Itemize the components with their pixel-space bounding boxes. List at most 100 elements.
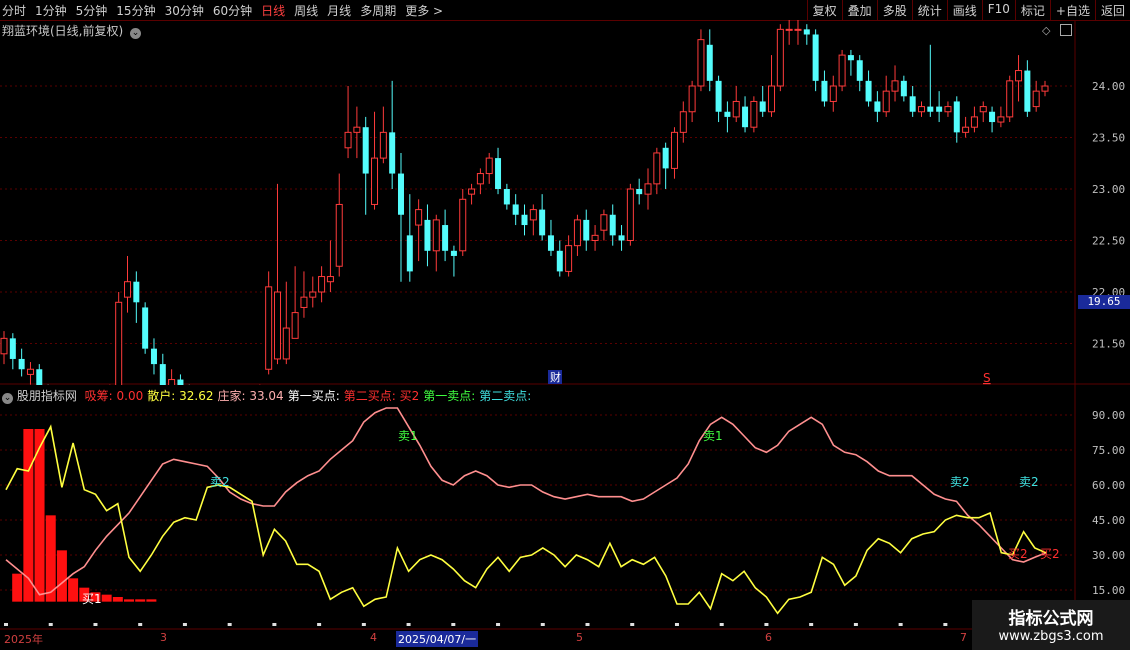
candle-body	[362, 127, 369, 174]
period-tab-4[interactable]: 30分钟	[165, 2, 204, 19]
baseline-tick	[585, 623, 590, 626]
price-chart: 24.0023.5023.0022.5022.0021.5021.0020.50…	[0, 20, 1130, 385]
period-tab-8[interactable]: 月线	[327, 2, 351, 19]
candle-body	[970, 116, 978, 128]
signal-label-sell1: 卖1	[398, 429, 418, 443]
candle-body	[1032, 90, 1040, 108]
candle-body	[539, 209, 546, 236]
candle-body	[442, 225, 449, 251]
period-tab-0[interactable]: 分时	[2, 2, 26, 19]
signal-label-buy1: 买1	[82, 592, 102, 606]
indicator-y-tick: 60.00	[1092, 479, 1125, 492]
date-axis: 2025年 3 4 2025/04/07/一 5 6 7	[0, 629, 1075, 650]
signal-label-buy2: 买2	[1040, 547, 1060, 561]
dealer-line	[5, 407, 1047, 596]
candle-body	[124, 281, 132, 298]
indicator-y-tick: 30.00	[1092, 549, 1125, 562]
candle-body	[785, 28, 793, 31]
baseline-tick	[853, 623, 858, 626]
indicator-y-tick: 75.00	[1092, 444, 1125, 457]
action-button-5[interactable]: F10	[981, 0, 1015, 20]
period-tab-1[interactable]: 1分钟	[35, 2, 67, 19]
candle-body	[856, 60, 863, 81]
finance-marker-label: 财	[550, 370, 561, 384]
accumulate-bar	[146, 599, 157, 602]
accumulate-bar	[12, 573, 23, 602]
baseline-tick	[719, 623, 724, 626]
action-button-7[interactable]: +自选	[1049, 0, 1095, 20]
period-tab-6[interactable]: 日线	[261, 2, 285, 19]
baseline-tick	[764, 623, 769, 626]
watermark-url: www.zbgs3.com	[998, 629, 1104, 644]
candle-body	[450, 250, 457, 256]
candle-body	[142, 307, 149, 349]
period-tab-2[interactable]: 5分钟	[76, 2, 108, 19]
candle-body	[282, 327, 290, 360]
baseline-tick	[272, 623, 277, 626]
candle-body	[874, 101, 881, 112]
candle-body	[891, 80, 899, 92]
candle-body	[415, 209, 423, 226]
candle-body	[485, 157, 493, 175]
candle-body	[115, 301, 123, 385]
candle-body	[18, 358, 25, 370]
candle-body	[9, 338, 16, 359]
action-button-3[interactable]: 统计	[911, 0, 947, 20]
candle-body	[326, 276, 334, 283]
candle-body	[803, 29, 810, 35]
baseline-tick	[406, 623, 411, 626]
signal-label-sell2: 卖2	[1019, 475, 1039, 489]
candle-body	[962, 126, 970, 133]
signal-label-sell2: 卖2	[950, 475, 970, 489]
period-tab-9[interactable]: 多周期	[360, 2, 396, 19]
candle-body	[150, 348, 157, 365]
candle-body	[724, 111, 731, 117]
candle-body	[406, 235, 413, 272]
candle-body	[997, 116, 1005, 123]
action-button-1[interactable]: 叠加	[841, 0, 877, 20]
action-button-4[interactable]: 画线	[946, 0, 982, 20]
baseline-tick	[138, 623, 143, 626]
candle-body	[917, 106, 925, 113]
period-tab-10[interactable]: 更多 >	[405, 2, 443, 19]
baseline-tick	[540, 623, 545, 626]
accumulate-bar	[135, 599, 146, 602]
candle-body	[1041, 85, 1049, 92]
date-label-6: 7	[960, 631, 967, 644]
accumulate-bar	[124, 599, 135, 602]
candle-body	[0, 337, 8, 355]
candle-body	[495, 158, 502, 189]
candle-body	[829, 85, 837, 102]
date-label-0: 2025年	[4, 633, 43, 646]
indicator-y-tick: 45.00	[1092, 514, 1125, 527]
candle-body	[468, 188, 476, 195]
candle-body	[273, 291, 281, 360]
date-label-2: 4	[370, 631, 377, 644]
candle-body	[265, 286, 273, 370]
action-button-0[interactable]: 复权	[806, 0, 842, 20]
candle-body	[476, 173, 484, 185]
candle-body	[424, 219, 431, 251]
period-tab-5[interactable]: 60分钟	[213, 2, 252, 19]
candle-body	[1006, 80, 1014, 118]
candle-body	[547, 235, 554, 251]
candle-body	[679, 111, 687, 133]
candle-body	[609, 214, 616, 236]
action-button-2[interactable]: 多股	[876, 0, 912, 20]
candle-body	[653, 152, 661, 185]
action-button-6[interactable]: 标记	[1014, 0, 1050, 20]
indicator-chart: 90.00 75.00 60.00 45.00 30.00 15.00 卖1 卖1 卖2 卖2 卖2…	[0, 385, 1125, 630]
candle-body	[344, 131, 352, 149]
period-toolbar: 分时 1分钟 5分钟 15分钟 30分钟 60分钟 日线 周线 月线 多周期 更多 > 复权 叠加 多股…	[0, 0, 1130, 21]
date-label-1: 3	[160, 631, 167, 644]
candle-body	[812, 34, 819, 81]
candle-body	[670, 131, 678, 169]
action-button-8[interactable]: 返回	[1094, 0, 1130, 20]
candle-body	[732, 100, 740, 118]
period-tab-7[interactable]: 周线	[294, 2, 318, 19]
current-price-badge: 19.65	[1078, 295, 1130, 309]
candle-body	[927, 106, 934, 112]
candle-body	[133, 281, 140, 303]
period-tab-3[interactable]: 15分钟	[116, 2, 155, 19]
baseline-tick	[809, 623, 814, 626]
